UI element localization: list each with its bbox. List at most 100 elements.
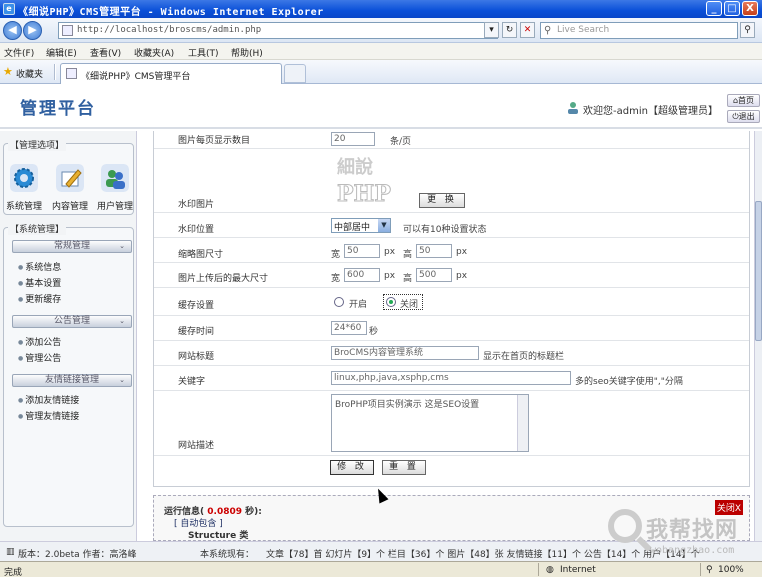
version-text: 版本：2.0beta 作者：高洛峰 xyxy=(18,550,137,560)
run-time-unit: 秒): xyxy=(245,507,262,517)
row-cache: 缓存设置 开启 关闭 xyxy=(154,288,749,316)
per-page-input[interactable]: 20 xyxy=(331,132,375,146)
row-watermark-image: 細說 PHP 水印图片 更 换 xyxy=(154,149,749,213)
quick-system[interactable]: 系统管理 xyxy=(6,164,42,212)
cache-time-unit: 秒 xyxy=(369,327,379,337)
quick-options-box: 【管理选项】 系统管理 内容管理 用户管理 xyxy=(3,138,134,215)
close-window-button[interactable]: X xyxy=(742,1,758,16)
row-max-size: 图片上传后的最大尺寸 宽 600 px 高 500 px xyxy=(154,263,749,288)
watermark-text: PHP xyxy=(337,181,391,207)
row-keywords: 关键字 linux,php,java,xsphp,cms 多的seo关键字使用"… xyxy=(154,366,749,391)
description-textarea[interactable]: BroPHP项目实例演示 这是SEO设置 xyxy=(331,394,529,452)
thumb-width-input[interactable]: 50 xyxy=(344,244,380,258)
textarea-scrollbar[interactable] xyxy=(517,395,528,451)
quick-content[interactable]: 内容管理 xyxy=(52,164,88,212)
change-watermark-button[interactable]: 更 换 xyxy=(419,193,465,208)
search-input[interactable]: ⚲ Live Search xyxy=(540,22,738,39)
per-page-unit: 条/页 xyxy=(390,137,412,147)
toolbar-divider xyxy=(54,64,56,80)
cache-off-label: 关闭 xyxy=(400,300,419,310)
logout-button[interactable]: ⏻退出 xyxy=(727,110,760,123)
group-links-header[interactable]: 友情链接管理 ⌄ xyxy=(12,374,132,387)
wm-pos-label: 水印位置 xyxy=(178,225,215,235)
system-legend: 【系统管理】 xyxy=(8,222,67,235)
back-button[interactable]: ◀ xyxy=(3,21,22,40)
cache-off-radio[interactable] xyxy=(386,297,396,307)
submit-button[interactable]: 修 改 xyxy=(330,460,374,475)
address-bar[interactable]: http://localhost/broscms/admin.php xyxy=(58,22,498,39)
sidebar-item-add-link[interactable]: 添加友情链接 xyxy=(18,393,79,406)
desc-label: 网站描述 xyxy=(178,441,215,451)
favorites-bar: ★ 收藏夹 《细说PHP》CMS管理平台 xyxy=(0,60,762,84)
quick-users-label: 用户管理 xyxy=(97,202,134,212)
maximize-button[interactable]: □ xyxy=(724,1,740,16)
collapse-icon: ⌄ xyxy=(119,317,125,325)
cache-on-radio[interactable] xyxy=(334,297,344,307)
thumb-width-label: 宽 xyxy=(331,250,341,260)
menu-file[interactable]: 文件(F) xyxy=(4,46,34,59)
status-text: 完成 xyxy=(4,568,23,577)
home-button[interactable]: ⌂首页 xyxy=(727,94,760,107)
sidebar-item-system-info[interactable]: 系统信息 xyxy=(18,260,61,273)
row-cache-time: 缓存时间 24*60 秒 xyxy=(154,316,749,341)
wm-position-select[interactable]: 中部居中 ▼ xyxy=(331,218,391,233)
site-title-note: 显示在首页的标题栏 xyxy=(483,352,565,362)
svg-text:細說: 細說 xyxy=(337,156,373,178)
row-per-page: 图片每页显示数目 20 条/页 xyxy=(154,131,749,149)
group-general-header[interactable]: 常规管理 ⌄ xyxy=(12,240,132,253)
page-favicon-icon xyxy=(62,25,73,36)
max-height-label: 高 xyxy=(403,274,413,284)
search-placeholder: Live Search xyxy=(557,25,610,35)
site-title-input[interactable]: BroCMS内容管理系统 xyxy=(331,346,479,360)
tab-title: 《细说PHP》CMS管理平台 xyxy=(81,72,191,82)
menu-view[interactable]: 查看(V) xyxy=(90,46,121,59)
thumb-height-unit: px xyxy=(456,247,468,257)
browser-tab-active[interactable]: 《细说PHP》CMS管理平台 xyxy=(60,63,282,84)
menu-favorites[interactable]: 收藏夹(A) xyxy=(134,46,174,59)
sidebar-item-manage-links[interactable]: 管理友情链接 xyxy=(18,409,79,422)
thumb-width-unit: px xyxy=(384,247,396,257)
chevron-down-icon: ▼ xyxy=(378,219,390,232)
scrollbar-thumb[interactable] xyxy=(755,201,762,341)
page-scrollbar[interactable] xyxy=(754,131,762,541)
address-url[interactable]: http://localhost/broscms/admin.php xyxy=(77,25,261,35)
menu-help[interactable]: 帮助(H) xyxy=(231,46,263,59)
welcome-text: 欢迎您-admin【超级管理员】 xyxy=(583,106,718,117)
max-height-unit: px xyxy=(456,271,468,281)
sidebar-item-update-cache[interactable]: 更新缓存 xyxy=(18,292,61,305)
quick-users[interactable]: 用户管理 xyxy=(97,164,133,212)
refresh-icon[interactable]: ↻ xyxy=(502,22,517,38)
max-height-input[interactable]: 500 xyxy=(416,268,452,282)
row-watermark-position: 水印位置 中部居中 ▼ 可以有10种设置状态 xyxy=(154,213,749,238)
favorites-star-icon[interactable]: ★ xyxy=(3,65,13,78)
sidebar-item-basic-settings[interactable]: 基本设置 xyxy=(18,276,61,289)
sidebar-item-manage-notice[interactable]: 管理公告 xyxy=(18,351,61,364)
new-tab-button[interactable] xyxy=(284,64,306,83)
thumb-height-input[interactable]: 50 xyxy=(416,244,452,258)
address-dropdown-icon[interactable]: ▾ xyxy=(484,22,499,38)
max-width-input[interactable]: 600 xyxy=(344,268,380,282)
page-header: 管理平台 欢迎您-admin【超级管理员】 ⌂首页 ⏻退出 xyxy=(0,84,762,129)
main-content: 图片每页显示数目 20 条/页 細說 PHP 水印图片 更 换 水印位置 中部居… xyxy=(150,131,754,541)
cache-time-input[interactable]: 24*60 xyxy=(331,321,367,335)
group-notice-header[interactable]: 公告管理 ⌄ xyxy=(12,315,132,328)
menu-edit[interactable]: 编辑(E) xyxy=(46,46,77,59)
wm-pos-note: 可以有10种设置状态 xyxy=(403,225,487,235)
search-button-icon[interactable]: ⚲ xyxy=(740,22,755,38)
watermark-brand-domain: wobangzhao.com xyxy=(650,545,735,556)
favorites-label[interactable]: 收藏夹 xyxy=(16,67,43,80)
menu-tools[interactable]: 工具(T) xyxy=(188,46,219,59)
options-legend: 【管理选项】 xyxy=(8,138,67,151)
structure-label: Structure 类 xyxy=(188,531,249,541)
group-notice-title: 公告管理 xyxy=(53,316,90,326)
tab-favicon-icon xyxy=(66,68,77,79)
reset-button[interactable]: 重 置 xyxy=(382,460,426,475)
keywords-input[interactable]: linux,php,java,xsphp,cms xyxy=(331,371,571,385)
sidebar-item-add-notice[interactable]: 添加公告 xyxy=(18,335,61,348)
forward-button[interactable]: ▶ xyxy=(23,21,42,40)
thumb-label: 缩略图尺寸 xyxy=(178,250,224,260)
menu-bar: 文件(F) 编辑(E) 查看(V) 收藏夹(A) 工具(T) 帮助(H) xyxy=(0,43,762,60)
stop-icon[interactable]: ✕ xyxy=(520,22,535,38)
stats-label: 本系统现有： xyxy=(200,550,255,560)
minimize-button[interactable]: _ xyxy=(706,1,722,16)
